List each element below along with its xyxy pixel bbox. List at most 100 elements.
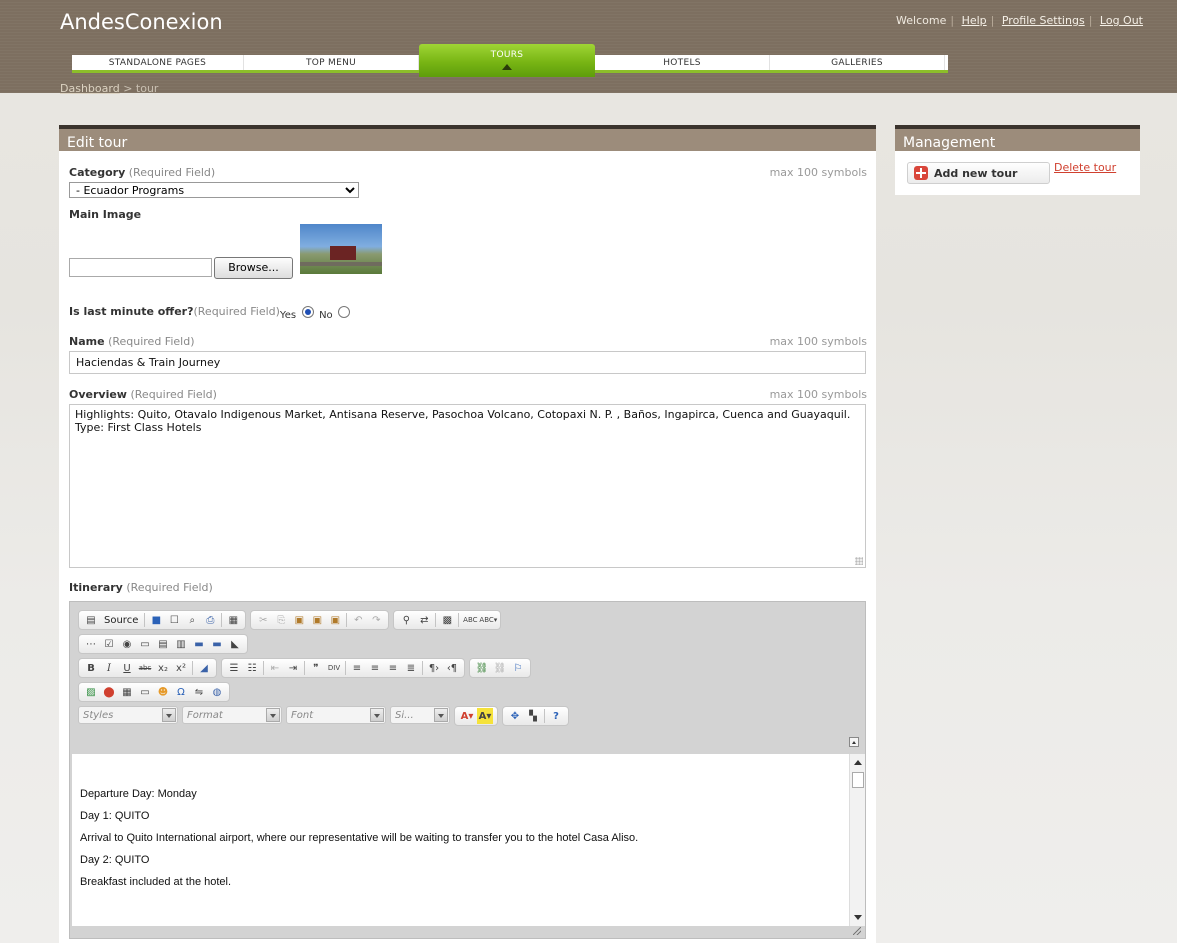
show-blocks-icon[interactable]: ▚ bbox=[525, 708, 541, 724]
editor-content-area[interactable]: Departure Day: Monday Day 1: QUITO Arriv… bbox=[72, 754, 849, 926]
find-icon[interactable]: ⚲ bbox=[398, 612, 414, 628]
ltr-icon[interactable]: ¶› bbox=[426, 660, 442, 676]
table-icon[interactable]: ▦ bbox=[119, 684, 135, 700]
numbered-list-icon[interactable]: ☰ bbox=[226, 660, 242, 676]
yes-radio[interactable] bbox=[301, 306, 314, 318]
cut-icon[interactable]: ✂ bbox=[255, 612, 271, 628]
overview-textarea[interactable]: Highlights: Quito, Otavalo Indigenous Ma… bbox=[69, 404, 866, 568]
no-radio[interactable] bbox=[338, 306, 351, 318]
management-panel: Management Add new tour Delete tour bbox=[895, 125, 1140, 195]
scroll-up-icon[interactable] bbox=[854, 760, 862, 765]
copy-icon[interactable]: ⎘ bbox=[273, 612, 289, 628]
select-field-icon[interactable]: ▥ bbox=[173, 636, 189, 652]
rtl-icon[interactable]: ‹¶ bbox=[444, 660, 460, 676]
category-select[interactable]: - Ecuador Programs bbox=[69, 182, 359, 198]
tab-standalone-pages[interactable]: STANDALONE PAGES bbox=[72, 55, 244, 70]
overview-max-note: max 100 symbols bbox=[769, 388, 867, 401]
tab-top-menu[interactable]: TOP MENU bbox=[244, 55, 419, 70]
templates-icon[interactable]: ▦ bbox=[225, 612, 241, 628]
breadcrumb: Dashboard > tour bbox=[60, 82, 158, 95]
paste-icon[interactable]: ▣ bbox=[291, 612, 307, 628]
page-break-icon[interactable]: ⇋ bbox=[191, 684, 207, 700]
italic-icon[interactable]: I bbox=[101, 660, 117, 676]
align-center-icon[interactable]: ≡ bbox=[367, 660, 383, 676]
text-field-icon[interactable]: ▭ bbox=[137, 636, 153, 652]
link-icon[interactable]: ⛓ bbox=[474, 660, 490, 676]
redo-icon[interactable]: ↷ bbox=[368, 612, 384, 628]
tab-galleries[interactable]: GALLERIES bbox=[770, 55, 945, 70]
outdent-icon[interactable]: ⇤ bbox=[267, 660, 283, 676]
blockquote-icon[interactable]: ❞ bbox=[308, 660, 324, 676]
edit-tour-panel: Edit tour Category (Required Field) max … bbox=[59, 125, 876, 943]
bulleted-list-icon[interactable]: ☷ bbox=[244, 660, 260, 676]
breadcrumb-separator: > bbox=[123, 82, 133, 95]
breadcrumb-dashboard-link[interactable]: Dashboard bbox=[60, 82, 120, 95]
paste-word-icon[interactable]: ▣ bbox=[327, 612, 343, 628]
select-all-icon[interactable]: ▩ bbox=[439, 612, 455, 628]
spellcheck-icon[interactable]: ABC bbox=[462, 612, 478, 628]
new-page-icon[interactable]: ☐ bbox=[166, 612, 182, 628]
checkbox-icon[interactable]: ☑ bbox=[101, 636, 117, 652]
profile-settings-link[interactable]: Profile Settings bbox=[1002, 14, 1085, 27]
overview-label: Overview bbox=[69, 388, 127, 401]
format-combo[interactable]: Format bbox=[182, 706, 282, 724]
tab-hotels[interactable]: HOTELS bbox=[595, 55, 770, 70]
underline-icon[interactable]: U bbox=[119, 660, 135, 676]
resize-grip-icon[interactable] bbox=[855, 557, 863, 565]
logout-link[interactable]: Log Out bbox=[1100, 14, 1143, 27]
replace-icon[interactable]: ⇄ bbox=[416, 612, 432, 628]
bg-color-icon[interactable]: A▾ bbox=[477, 708, 493, 724]
superscript-icon[interactable]: x² bbox=[173, 660, 189, 676]
save-icon[interactable]: ■ bbox=[148, 612, 164, 628]
form-icon[interactable]: ⋯ bbox=[83, 636, 99, 652]
page-header: AndesConexion Welcome | Help | Profile Set… bbox=[0, 0, 1177, 95]
image-button-icon[interactable]: ▬ bbox=[209, 636, 225, 652]
horizontal-line-icon[interactable]: ▭ bbox=[137, 684, 153, 700]
button-field-icon[interactable]: ▬ bbox=[191, 636, 207, 652]
source-button[interactable]: Source bbox=[101, 612, 141, 628]
align-left-icon[interactable]: ≡ bbox=[349, 660, 365, 676]
text-color-icon[interactable]: A▾ bbox=[459, 708, 475, 724]
styles-combo[interactable]: Styles bbox=[78, 706, 178, 724]
justify-icon[interactable]: ≣ bbox=[403, 660, 419, 676]
special-char-icon[interactable]: Ω bbox=[173, 684, 189, 700]
smiley-icon[interactable]: ☻ bbox=[155, 684, 171, 700]
font-combo[interactable]: Font bbox=[286, 706, 386, 724]
help-link[interactable]: Help bbox=[962, 14, 987, 27]
help-icon[interactable]: ? bbox=[548, 708, 564, 724]
textarea-icon[interactable]: ▤ bbox=[155, 636, 171, 652]
spellcheck-as-you-type-icon[interactable]: ABC▾ bbox=[479, 612, 497, 628]
indent-icon[interactable]: ⇥ bbox=[285, 660, 301, 676]
scroll-thumb[interactable] bbox=[852, 772, 864, 788]
name-input[interactable]: Haciendas & Train Journey bbox=[69, 351, 866, 374]
bold-icon[interactable]: B bbox=[83, 660, 99, 676]
undo-icon[interactable]: ↶ bbox=[350, 612, 366, 628]
paste-text-icon[interactable]: ▣ bbox=[309, 612, 325, 628]
div-container-icon[interactable]: DIV bbox=[326, 660, 342, 676]
image-file-input[interactable] bbox=[69, 258, 212, 277]
editor-resize-grip-icon[interactable] bbox=[853, 927, 861, 935]
add-new-tour-button[interactable]: Add new tour bbox=[907, 162, 1050, 184]
radio-button-icon[interactable]: ◉ bbox=[119, 636, 135, 652]
strikethrough-icon[interactable]: abc bbox=[137, 660, 153, 676]
preview-icon[interactable]: ⌕ bbox=[184, 612, 200, 628]
hidden-field-icon[interactable]: ◣ bbox=[227, 636, 243, 652]
iframe-icon[interactable]: ◍ bbox=[209, 684, 225, 700]
align-right-icon[interactable]: ≡ bbox=[385, 660, 401, 676]
image-icon[interactable]: ▨ bbox=[83, 684, 99, 700]
remove-format-icon[interactable]: ◢ bbox=[196, 660, 212, 676]
delete-tour-link[interactable]: Delete tour bbox=[1054, 161, 1116, 174]
maximize-icon[interactable]: ✥ bbox=[507, 708, 523, 724]
print-icon[interactable]: ⎙ bbox=[202, 612, 218, 628]
anchor-flag-icon[interactable]: ⚐ bbox=[510, 660, 526, 676]
editor-scrollbar[interactable] bbox=[849, 754, 865, 926]
unlink-icon[interactable]: ⛓ bbox=[492, 660, 508, 676]
subscript-icon[interactable]: x₂ bbox=[155, 660, 171, 676]
last-minute-required: (Required Field) bbox=[193, 305, 280, 318]
browse-button[interactable]: Browse... bbox=[214, 257, 293, 279]
size-combo[interactable]: Si... bbox=[390, 706, 450, 724]
flash-icon[interactable]: ⬤ bbox=[101, 684, 117, 700]
scroll-down-icon[interactable] bbox=[854, 915, 862, 920]
collapse-toolbar-icon[interactable] bbox=[849, 737, 859, 747]
tab-tours[interactable]: TOURS bbox=[419, 44, 595, 77]
